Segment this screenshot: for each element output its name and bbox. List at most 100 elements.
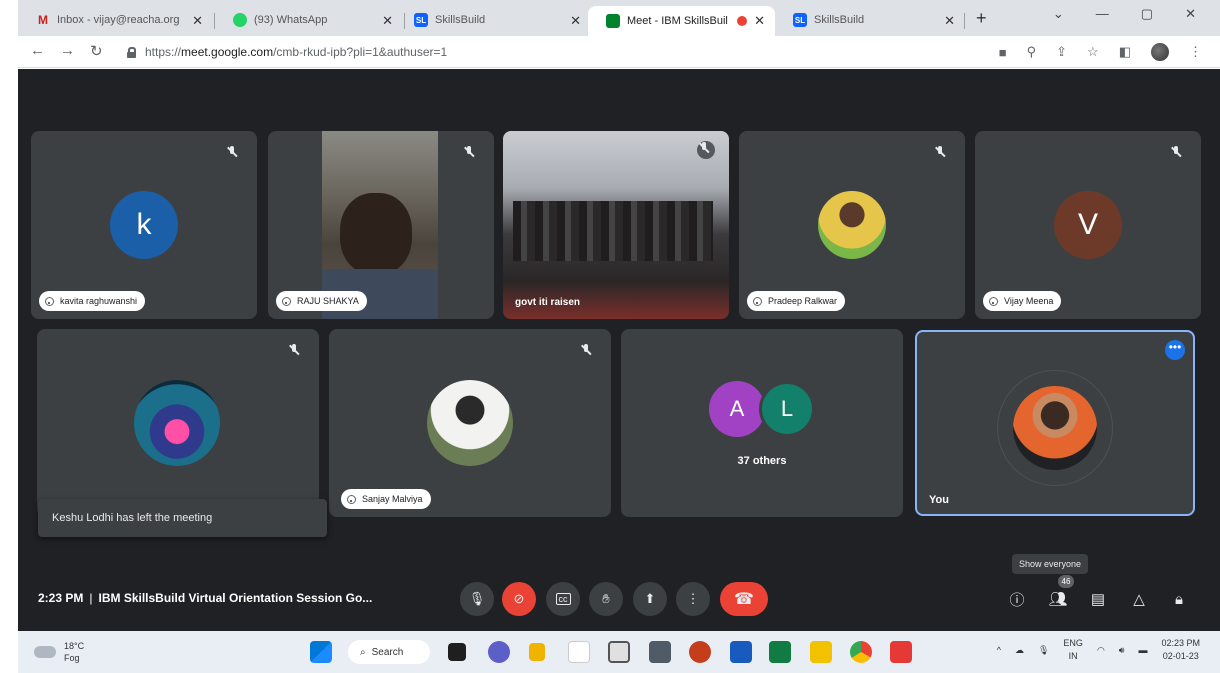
mic-off-icon bbox=[462, 145, 476, 159]
taskbar-search[interactable]: ⌕ Search bbox=[348, 640, 430, 664]
leave-call-button[interactable]: ☎︎ bbox=[720, 582, 768, 616]
zoom-icon[interactable]: ⚲ bbox=[1027, 44, 1037, 60]
file-explorer-icon[interactable] bbox=[810, 641, 832, 663]
close-icon[interactable]: ✕ bbox=[382, 13, 393, 29]
tab-meet[interactable]: Meet - IBM SkillsBuil ✕ bbox=[588, 6, 775, 36]
people-icon: 👥︎ bbox=[1048, 591, 1068, 608]
close-icon[interactable]: ✕ bbox=[570, 13, 581, 29]
word-icon[interactable] bbox=[730, 641, 752, 663]
mic-icon: 🎙︎ bbox=[468, 591, 486, 606]
notification-text: Keshu Lodhi has left the meeting bbox=[52, 512, 213, 524]
onedrive-cloud-icon[interactable]: ☁ bbox=[1015, 645, 1024, 656]
language-indicator[interactable]: ENG IN bbox=[1063, 637, 1083, 663]
battery-icon[interactable]: ▬ bbox=[1138, 645, 1147, 655]
search-icon: ⌕ bbox=[360, 646, 366, 658]
restore-icon[interactable]: ▢ bbox=[1141, 6, 1153, 22]
menu-dots-icon[interactable]: ⋮ bbox=[1189, 44, 1202, 60]
weather-widget[interactable]: 18°C Fog bbox=[34, 640, 84, 664]
excel-icon[interactable] bbox=[769, 641, 791, 663]
bookmark-star-icon[interactable]: ☆ bbox=[1087, 44, 1099, 60]
others-tile[interactable]: A L 37 others bbox=[621, 329, 903, 517]
activities-button[interactable]: △ bbox=[1127, 587, 1151, 611]
more-options-icon[interactable]: ••• bbox=[1165, 340, 1185, 360]
lock-icon bbox=[126, 46, 136, 58]
captions-button[interactable]: cc bbox=[546, 582, 580, 616]
windows-taskbar: 18°C Fog ⌕ Search ^ ☁ 🎙︎ ENG IN ◠ 🔊︎ ▬ 02:2… bbox=[18, 631, 1220, 673]
self-name: You bbox=[929, 494, 949, 506]
participant-tile[interactable]: Sanjay Malviya bbox=[329, 329, 611, 517]
tab-skillsbuild[interactable]: SL SkillsBuild ✕ bbox=[396, 6, 591, 34]
show-hidden-icons-icon[interactable]: ^ bbox=[997, 645, 1001, 655]
url-host: meet.google.com bbox=[181, 45, 274, 59]
sidepanel-icon[interactable]: ◧ bbox=[1119, 44, 1131, 60]
settings-plug-icon[interactable] bbox=[529, 643, 545, 661]
raise-hand-button[interactable]: ✋︎ bbox=[589, 582, 623, 616]
self-tile[interactable]: ••• You bbox=[915, 330, 1195, 516]
tab-title: Meet - IBM SkillsBuil bbox=[627, 15, 728, 27]
teams-chat-icon[interactable] bbox=[488, 641, 510, 663]
chrome-icon[interactable] bbox=[850, 641, 872, 663]
meeting-details-button[interactable]: ⓘ bbox=[1005, 587, 1029, 611]
close-icon[interactable]: ✕ bbox=[754, 13, 765, 29]
participant-tile[interactable] bbox=[37, 329, 319, 517]
participant-tile[interactable]: RAJU SHAKYA bbox=[268, 131, 494, 319]
volume-icon[interactable]: 🔊︎ bbox=[1119, 645, 1125, 656]
camera-icon[interactable]: ■ bbox=[999, 45, 1007, 60]
pin-icon bbox=[753, 296, 762, 306]
participant-tile[interactable]: V Vijay Meena bbox=[975, 131, 1201, 319]
activities-shapes-icon: △ bbox=[1133, 591, 1145, 608]
google-icon[interactable] bbox=[568, 641, 590, 663]
close-window-icon[interactable]: ✕ bbox=[1185, 6, 1196, 22]
forward-icon[interactable]: → bbox=[60, 42, 75, 59]
close-icon[interactable]: ✕ bbox=[192, 13, 203, 29]
tab-title: Inbox - vijay@reacha.org bbox=[57, 14, 180, 26]
task-view-icon[interactable] bbox=[448, 643, 466, 661]
tab-skillsbuild-2[interactable]: SL SkillsBuild ✕ bbox=[775, 6, 965, 34]
address-bar[interactable]: https://meet.google.com/cmb-rkud-ipb?pli… bbox=[126, 41, 986, 63]
more-options-button[interactable]: ⋮ bbox=[676, 582, 710, 616]
browser-right-tools: ■ ⚲ ⇪ ☆ ◧ ⋮ bbox=[999, 43, 1202, 61]
meeting-info-separator: | bbox=[89, 591, 93, 605]
search-label: Search bbox=[371, 646, 404, 658]
camera-off-icon: ⊘ bbox=[513, 591, 525, 606]
meet-icon bbox=[606, 14, 620, 28]
minimize-icon[interactable]: — bbox=[1096, 6, 1109, 22]
participant-name: Pradeep Ralkwar bbox=[768, 296, 838, 306]
new-tab-icon[interactable]: + bbox=[976, 8, 987, 29]
participant-name-tag: RAJU SHAKYA bbox=[276, 291, 367, 311]
back-icon[interactable]: ← bbox=[30, 42, 45, 59]
calculator-icon[interactable] bbox=[649, 641, 671, 663]
chat-button[interactable]: ▤ bbox=[1086, 587, 1110, 611]
more-vert-icon: ⋮ bbox=[686, 591, 700, 606]
clock-app-icon[interactable] bbox=[608, 641, 630, 663]
host-controls-button[interactable]: 🔒︎ bbox=[1167, 587, 1191, 611]
wifi-icon[interactable]: ◠ bbox=[1097, 645, 1105, 656]
clock-time: 02:23 PM bbox=[1161, 638, 1200, 648]
clock[interactable]: 02:23 PM 02-01-23 bbox=[1161, 637, 1200, 663]
microphone-icon[interactable]: 🎙︎ bbox=[1038, 645, 1049, 656]
profile-avatar[interactable] bbox=[1151, 43, 1169, 61]
participant-name: govt iti raisen bbox=[515, 297, 581, 308]
share-icon[interactable]: ⇪ bbox=[1056, 44, 1067, 60]
present-button[interactable]: ⬆ bbox=[633, 582, 667, 616]
info-icon: ⓘ bbox=[1009, 591, 1025, 609]
participant-tile[interactable]: govt iti raisen bbox=[503, 131, 729, 319]
participant-name-tag: Sanjay Malviya bbox=[341, 489, 431, 509]
participant-initial-avatar: k bbox=[110, 191, 178, 259]
tooltip: Show everyone bbox=[1012, 554, 1089, 574]
reload-icon[interactable]: ↻ bbox=[90, 42, 103, 60]
acrobat-icon[interactable] bbox=[890, 641, 912, 663]
camera-off-button[interactable]: ⊘ bbox=[502, 582, 536, 616]
tab-gmail[interactable]: M Inbox - vijay@reacha.org ✕ bbox=[18, 6, 213, 34]
powerpoint-icon[interactable] bbox=[689, 641, 711, 663]
participant-tile[interactable]: k kavita raghuwanshi bbox=[31, 131, 257, 319]
mic-button[interactable]: 🎙︎ bbox=[460, 582, 494, 616]
tab-whatsapp[interactable]: (93) WhatsApp ✕ bbox=[215, 6, 403, 34]
participant-tile[interactable]: Pradeep Ralkwar bbox=[739, 131, 965, 319]
lock-person-icon: 🔒︎ bbox=[1175, 590, 1183, 608]
url-path: /cmb-rkud-ipb?pli=1&authuser=1 bbox=[273, 45, 448, 59]
start-icon[interactable] bbox=[310, 641, 332, 663]
close-icon[interactable]: ✕ bbox=[944, 13, 955, 29]
tab-search-chevron-icon[interactable]: ⌄ bbox=[1053, 6, 1064, 22]
people-button[interactable]: 👥︎ bbox=[1046, 587, 1070, 611]
